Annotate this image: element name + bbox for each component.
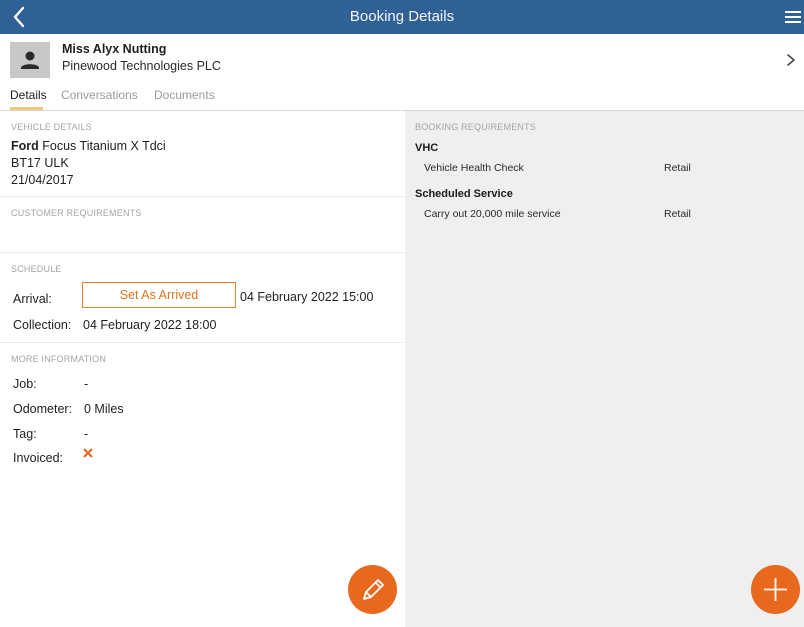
tab-bar: Details Conversations Documents [0,86,804,111]
arrival-label: Arrival: [13,292,52,306]
more-information-heading: MORE INFORMATION [11,354,107,364]
requirement-item[interactable]: Vehicle Health Check [424,162,524,174]
page-title: Booking Details [349,8,455,25]
divider [0,196,405,197]
edit-button[interactable] [348,565,397,614]
chevron-right-icon[interactable] [784,52,798,68]
details-panel: VEHICLE DETAILS Ford Focus Titanium X Td… [0,111,405,627]
collection-value: 04 February 2022 18:00 [83,318,217,332]
requirement-group-title: Scheduled Service [415,188,513,200]
booking-requirements-panel: BOOKING REQUIREMENTS VHC Vehicle Health … [405,111,804,627]
customer-company: Pinewood Technologies PLC [62,59,221,73]
booking-requirements-heading: BOOKING REQUIREMENTS [415,122,537,132]
avatar [10,42,50,78]
customer-requirements-heading: CUSTOMER REQUIREMENTS [11,208,142,218]
vehicle-model: Focus Titanium X Tdci [42,139,166,153]
vehicle-details-heading: VEHICLE DETAILS [11,122,92,132]
requirement-item[interactable]: Carry out 20,000 mile service [424,208,561,220]
active-tab-indicator [10,107,43,110]
tab-conversations[interactable]: Conversations [61,88,138,102]
requirement-type: Retail [664,208,691,220]
tag-label: Tag: [13,427,37,441]
hamburger-menu-icon[interactable] [784,8,802,26]
person-icon [21,51,39,69]
plus-icon [764,578,787,601]
tab-documents[interactable]: Documents [154,88,215,102]
requirement-type: Retail [664,162,691,174]
odometer-value: 0 Miles [84,402,124,416]
pencil-icon [363,579,384,600]
arrival-value: 04 February 2022 15:00 [240,290,374,304]
collection-label: Collection: [13,318,72,332]
title-bar: Booking Details [0,0,804,34]
vehicle-date: 21/04/2017 [11,173,74,187]
odometer-label: Odometer: [13,402,73,416]
divider [0,342,405,343]
set-as-arrived-button[interactable]: Set As Arrived [82,282,236,308]
invoiced-label: Invoiced: [13,451,64,465]
divider [0,252,405,253]
schedule-heading: SCHEDULE [11,264,62,274]
job-value: - [84,377,89,391]
customer-name: Miss Alyx Nutting [62,42,167,56]
vehicle-make: Ford [11,139,39,153]
customer-header[interactable]: Miss Alyx Nutting Pinewood Technologies … [0,34,804,86]
tag-value: - [84,427,89,441]
add-button[interactable] [751,565,800,614]
job-label: Job: [13,377,37,391]
cross-icon [81,446,95,460]
vehicle-make-model: Ford Focus Titanium X Tdci [11,139,166,153]
vehicle-registration: BT17 ULK [11,156,69,170]
tab-details[interactable]: Details [10,88,47,102]
requirement-group-title: VHC [415,142,439,154]
